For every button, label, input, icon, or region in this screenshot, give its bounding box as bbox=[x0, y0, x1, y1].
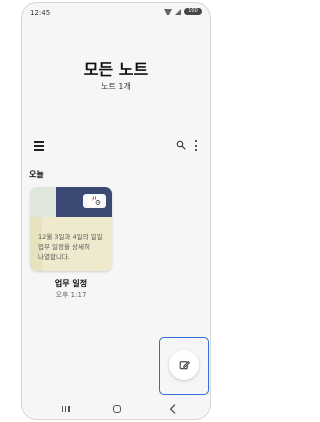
compose-icon bbox=[179, 360, 190, 369]
section-today: 오늘 bbox=[29, 170, 44, 179]
note-card[interactable]: 1 12월 3일과 4일의 일일 업무 일정을 상세히 나열합니다. bbox=[30, 187, 112, 271]
home-icon[interactable] bbox=[113, 405, 121, 413]
toolbar bbox=[22, 138, 210, 156]
signal-icon bbox=[175, 8, 181, 15]
card-cover-left bbox=[30, 187, 56, 217]
note-count: 노트 1개 bbox=[101, 82, 131, 91]
search-icon[interactable] bbox=[176, 140, 186, 150]
more-options-icon[interactable] bbox=[194, 140, 198, 151]
wifi-icon bbox=[164, 8, 172, 15]
note-time: 오후 1:17 bbox=[55, 291, 87, 299]
note-title[interactable]: 업무 일정 bbox=[30, 278, 112, 289]
note-preview-text: 12월 3일과 4일의 일일 업무 일정을 상세히 나열합니다. bbox=[38, 233, 103, 261]
menu-icon[interactable] bbox=[34, 141, 44, 151]
status-icons: 100 bbox=[164, 8, 202, 15]
phone-screen: 12:45 100 모든 노트 노트 1개 오늘 1 12월 3일과 4일의 일… bbox=[21, 2, 211, 420]
status-bar: 12:45 100 bbox=[22, 3, 210, 23]
calendar-icon: 1 bbox=[83, 194, 106, 208]
back-icon[interactable] bbox=[169, 404, 177, 414]
page-title: 모든 노트 bbox=[83, 60, 149, 79]
battery-icon: 100 bbox=[184, 8, 202, 15]
compose-button[interactable] bbox=[169, 350, 199, 380]
navigation-bar bbox=[22, 402, 210, 418]
recents-icon[interactable] bbox=[62, 406, 70, 412]
status-time: 12:45 bbox=[30, 9, 51, 17]
svg-text:1: 1 bbox=[91, 198, 93, 202]
